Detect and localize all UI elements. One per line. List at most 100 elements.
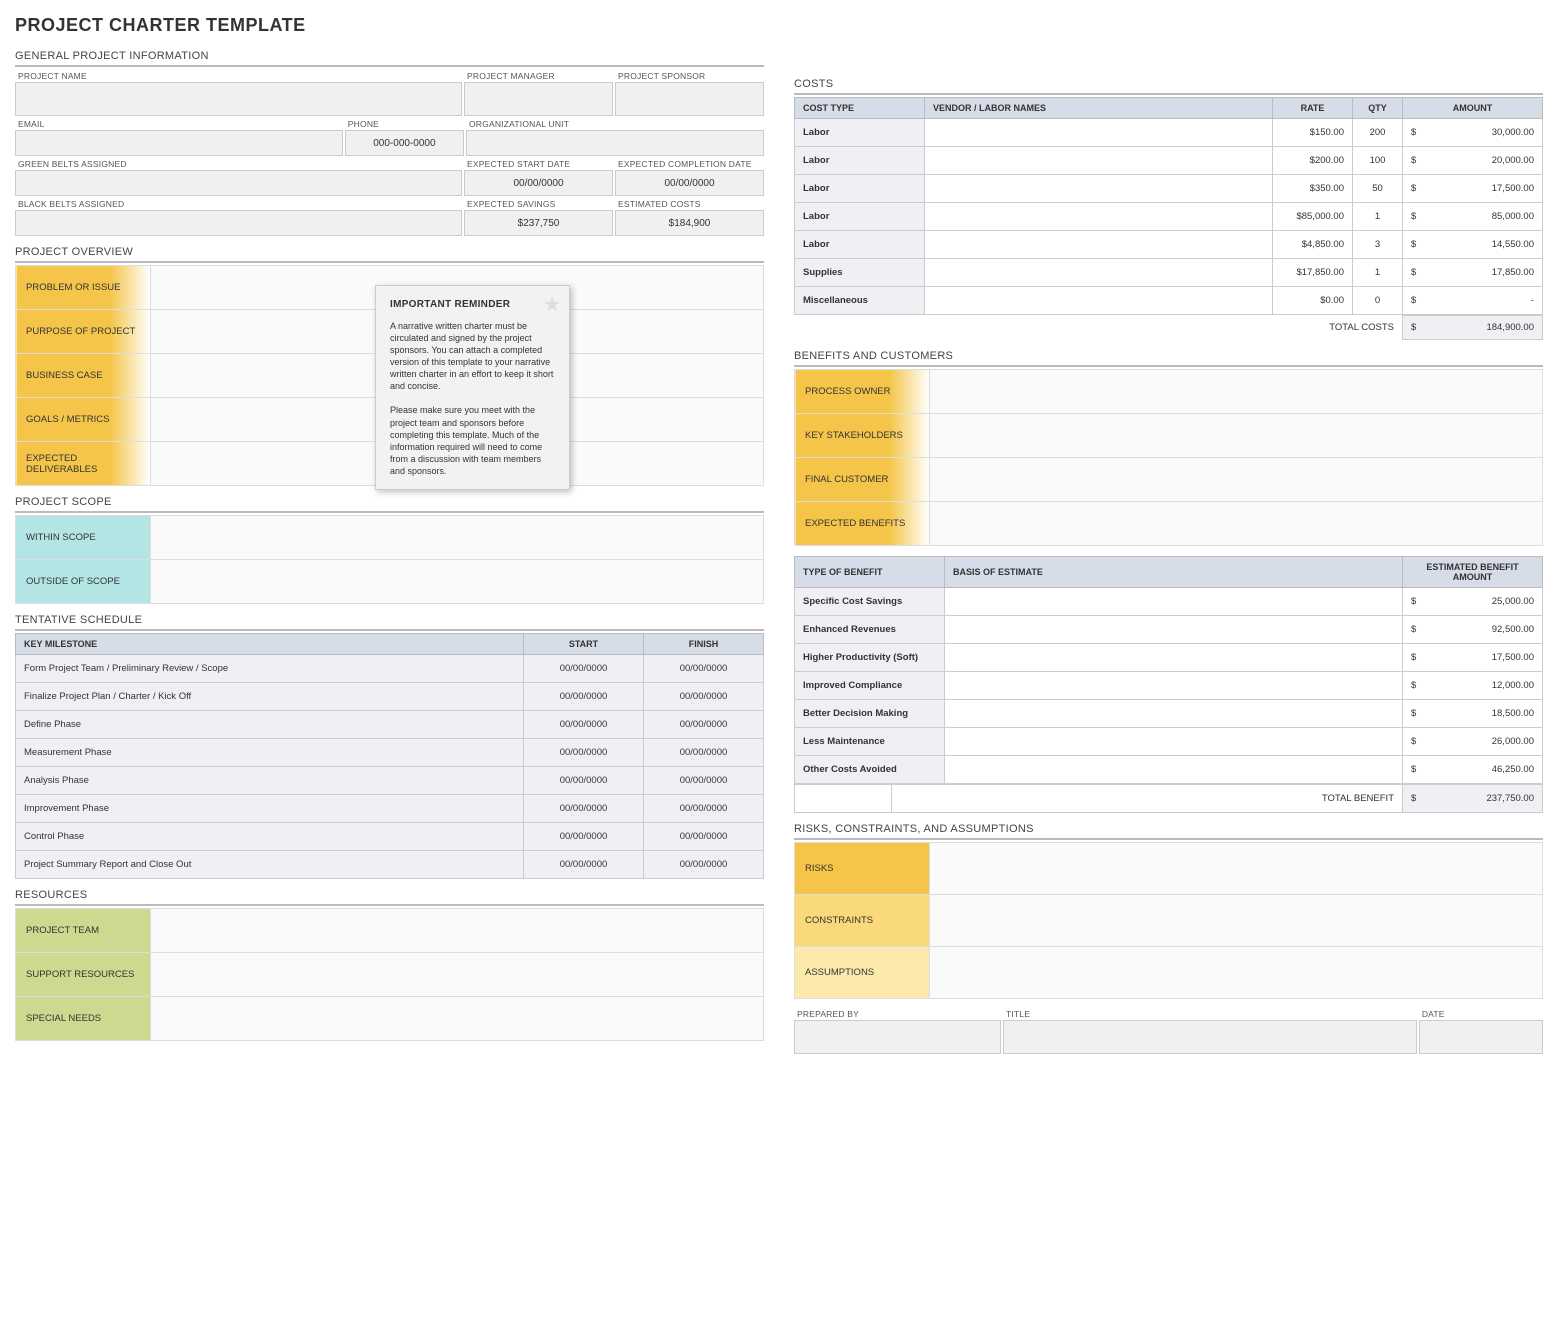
sched-milestone: Form Project Team / Preliminary Review /… [16,655,524,683]
cost-qty[interactable]: 100 [1353,147,1403,175]
sched-header: FINISH [644,634,764,655]
lbl-sponsor: PROJECT SPONSOR [615,69,764,82]
sched-milestone: Measurement Phase [16,739,524,767]
cost-rate[interactable]: $150.00 [1273,119,1353,147]
cost-rate[interactable]: $200.00 [1273,147,1353,175]
resources-table: PROJECT TEAM SUPPORT RESOURCES SPECIAL N… [15,908,764,1041]
ben-row: PROCESS OWNER [795,370,930,414]
sched-start[interactable]: 00/00/0000 [524,767,644,795]
cost-vendor[interactable] [925,259,1273,287]
benefit-amount: $17,500.00 [1403,644,1543,672]
field-title[interactable] [1003,1020,1417,1054]
res-field[interactable] [151,997,764,1041]
risk-field[interactable] [930,895,1543,947]
benefit-type: Improved Compliance [795,672,945,700]
cost-rate[interactable]: $85,000.00 [1273,203,1353,231]
cost-qty[interactable]: 0 [1353,287,1403,315]
benefits-table: TYPE OF BENEFIT BASIS OF ESTIMATE ESTIMA… [794,556,1543,784]
cost-vendor[interactable] [925,287,1273,315]
field-org[interactable] [466,130,764,156]
field-project-name[interactable] [15,82,462,116]
benefit-type: Other Costs Avoided [795,756,945,784]
benefit-basis[interactable] [945,756,1403,784]
section-benefits: BENEFITS AND CUSTOMERS [794,350,1543,362]
field-pm[interactable] [464,82,613,116]
field-start[interactable]: 00/00/0000 [464,170,613,196]
sched-start[interactable]: 00/00/0000 [524,851,644,879]
sched-start[interactable]: 00/00/0000 [524,795,644,823]
overview-row: BUSINESS CASE [16,354,151,398]
cost-rate[interactable]: $4,850.00 [1273,231,1353,259]
field-prepared[interactable] [794,1020,1001,1054]
cost-rate[interactable]: $350.00 [1273,175,1353,203]
total-benefit-label: TOTAL BENEFIT [892,785,1403,813]
ben-field[interactable] [930,370,1543,414]
field-green[interactable] [15,170,462,196]
cost-vendor[interactable] [925,203,1273,231]
sched-start[interactable]: 00/00/0000 [524,823,644,851]
right-column: COSTS COST TYPE VENDOR / LABOR NAMES RAT… [794,40,1543,1054]
overview-row: EXPECTED DELIVERABLES [16,442,151,486]
sched-finish[interactable]: 00/00/0000 [644,795,764,823]
section-overview: PROJECT OVERVIEW [15,246,764,258]
field-est-costs: $184,900 [615,210,764,236]
cost-vendor[interactable] [925,119,1273,147]
res-field[interactable] [151,909,764,953]
cost-qty[interactable]: 3 [1353,231,1403,259]
risk-field[interactable] [930,947,1543,999]
sched-finish[interactable]: 00/00/0000 [644,655,764,683]
cost-amount: $85,000.00 [1403,203,1543,231]
sched-start[interactable]: 00/00/0000 [524,739,644,767]
field-date[interactable] [1419,1020,1543,1054]
sched-finish[interactable]: 00/00/0000 [644,739,764,767]
cost-qty[interactable]: 200 [1353,119,1403,147]
ben-field[interactable] [930,458,1543,502]
total-costs-value: $184,900.00 [1403,316,1543,340]
benefit-basis[interactable] [945,700,1403,728]
cost-qty[interactable]: 50 [1353,175,1403,203]
benefit-basis[interactable] [945,588,1403,616]
cost-qty[interactable]: 1 [1353,259,1403,287]
cost-qty[interactable]: 1 [1353,203,1403,231]
sched-finish[interactable]: 00/00/0000 [644,823,764,851]
benefit-basis[interactable] [945,644,1403,672]
cost-vendor[interactable] [925,147,1273,175]
scope-field[interactable] [151,516,764,560]
cost-amount: $17,500.00 [1403,175,1543,203]
benefit-basis[interactable] [945,672,1403,700]
field-phone[interactable]: 000-000-0000 [345,130,464,156]
sched-finish[interactable]: 00/00/0000 [644,711,764,739]
cost-vendor[interactable] [925,175,1273,203]
benefit-type: Better Decision Making [795,700,945,728]
cost-amount: $- [1403,287,1543,315]
section-costs: COSTS [794,78,1543,90]
cost-rate[interactable]: $17,850.00 [1273,259,1353,287]
total-benefit-value: $237,750.00 [1403,785,1543,813]
field-sponsor[interactable] [615,82,764,116]
lbl-complete: EXPECTED COMPLETION DATE [615,157,764,170]
sched-start[interactable]: 00/00/0000 [524,711,644,739]
sched-start[interactable]: 00/00/0000 [524,683,644,711]
scope-field[interactable] [151,560,764,604]
costs-header: VENDOR / LABOR NAMES [925,98,1273,119]
cost-type: Labor [795,231,925,259]
benefit-basis[interactable] [945,616,1403,644]
sched-finish[interactable]: 00/00/0000 [644,851,764,879]
schedule-table: KEY MILESTONE START FINISH Form Project … [15,633,764,879]
sched-finish[interactable]: 00/00/0000 [644,767,764,795]
field-black[interactable] [15,210,462,236]
ben-field[interactable] [930,502,1543,546]
res-row: SPECIAL NEEDS [16,997,151,1041]
cost-vendor[interactable] [925,231,1273,259]
sched-finish[interactable]: 00/00/0000 [644,683,764,711]
benefit-basis[interactable] [945,728,1403,756]
res-field[interactable] [151,953,764,997]
sched-start[interactable]: 00/00/0000 [524,655,644,683]
benefit-amount: $92,500.00 [1403,616,1543,644]
field-email[interactable] [15,130,343,156]
field-complete[interactable]: 00/00/0000 [615,170,764,196]
cost-rate[interactable]: $0.00 [1273,287,1353,315]
risk-field[interactable] [930,843,1543,895]
ben-field[interactable] [930,414,1543,458]
note-text: Please make sure you meet with the proje… [390,404,555,477]
